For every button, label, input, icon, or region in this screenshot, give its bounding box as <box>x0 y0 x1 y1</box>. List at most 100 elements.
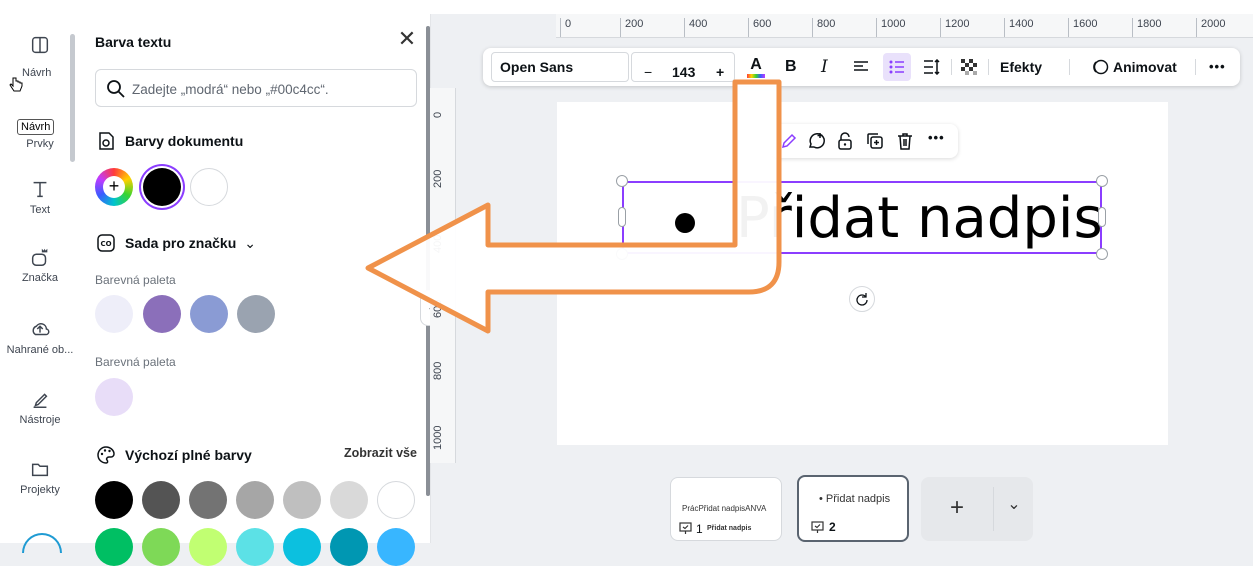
rotate-icon <box>856 293 868 306</box>
font-size-control: − 143 + <box>631 52 735 82</box>
brand-kit-icon: CO <box>97 234 115 252</box>
animate-icon <box>1093 59 1109 75</box>
ruler-tick: 800 <box>432 361 444 380</box>
rotate-button[interactable] <box>849 286 875 312</box>
add-page-button[interactable]: + <box>921 477 993 541</box>
doc-colors-title: Barvy dokumentu <box>125 133 244 149</box>
resize-handle[interactable] <box>1096 175 1108 187</box>
palette-swatch[interactable] <box>190 295 228 333</box>
default-swatch[interactable] <box>95 528 133 566</box>
rail-item-brand[interactable]: Značka <box>0 246 80 284</box>
palette-icon <box>97 446 115 464</box>
search-input[interactable] <box>132 78 408 100</box>
palette-swatch[interactable] <box>95 378 133 416</box>
ruler-tick: 0 <box>560 18 571 37</box>
page-thumbnail-1[interactable]: PrácPřidat nadpisANVA 1 Přidat nadpis <box>670 477 782 541</box>
animate-button[interactable]: Animovat <box>1113 48 1177 86</box>
presentation-icon <box>679 522 692 534</box>
more-options-icon[interactable]: ••• <box>1209 48 1226 86</box>
text-color-panel: Barva textu ✕ Barvy dokumentu + CO Sada … <box>80 14 431 566</box>
effects-button[interactable]: Efekty <box>1000 48 1042 86</box>
separator <box>993 487 994 531</box>
doc-color-swatch-white[interactable] <box>190 168 228 206</box>
rail-label-projects: Projekty <box>20 484 60 496</box>
rail-item-projects[interactable]: Projekty <box>0 458 80 496</box>
align-left-icon[interactable] <box>853 60 869 74</box>
ruler-tick: 1000 <box>432 425 444 450</box>
transparency-icon[interactable] <box>961 59 977 75</box>
palette-doc-icon <box>99 132 114 150</box>
layout-icon <box>31 36 49 54</box>
palette-swatch[interactable] <box>237 295 275 333</box>
default-swatch[interactable] <box>330 481 368 519</box>
bold-icon[interactable]: B <box>785 48 797 86</box>
ruler-tick: 1200 <box>940 18 969 37</box>
side-handle[interactable] <box>618 207 626 227</box>
ruler-tick: 1600 <box>1068 18 1097 37</box>
palette-swatch[interactable] <box>143 295 181 333</box>
rail-label-text: Text <box>29 204 51 216</box>
tooltip: Návrh <box>17 119 55 135</box>
add-color-swatch[interactable]: + <box>95 168 133 206</box>
brand-kit-heading[interactable]: CO Sada pro značku ⌄ <box>95 232 256 254</box>
default-swatch[interactable] <box>377 528 415 566</box>
close-icon[interactable]: ✕ <box>396 28 418 50</box>
font-select[interactable]: Open Sans <box>491 52 629 82</box>
ruler-tick: 800 <box>812 18 835 37</box>
default-swatch[interactable] <box>236 528 274 566</box>
ruler-tick: 200 <box>432 169 444 188</box>
resize-handle[interactable] <box>1096 248 1108 260</box>
default-swatch[interactable] <box>236 481 274 519</box>
increase-size-button[interactable]: + <box>716 53 724 91</box>
rail-item-design[interactable] <box>0 34 80 60</box>
list-button[interactable] <box>883 53 911 81</box>
italic-icon[interactable]: I <box>821 48 828 86</box>
rail-item-text[interactable]: Text <box>0 178 80 216</box>
decrease-size-button[interactable]: − <box>644 53 652 91</box>
lock-icon[interactable] <box>836 131 854 151</box>
resize-handle[interactable] <box>616 175 628 187</box>
default-swatch[interactable] <box>142 481 180 519</box>
text-color-button[interactable]: A <box>745 48 767 86</box>
default-swatch[interactable] <box>189 528 227 566</box>
default-swatch[interactable] <box>283 481 321 519</box>
rail-item-uploads[interactable]: Nahrané ob... <box>0 318 80 356</box>
default-swatch[interactable] <box>283 528 321 566</box>
page-thumbnail-2[interactable]: • Přidat nadpis 2 <box>797 475 909 542</box>
ruler-left: 0 200 400 600 800 1000 <box>430 88 456 463</box>
rail-label-elements: Prvky <box>26 138 54 150</box>
add-page-group: + ⌄ <box>921 477 1033 541</box>
svg-text:CO: CO <box>100 240 111 248</box>
rail-item-elements[interactable]: Prvky <box>0 138 80 150</box>
thumb-1-number: 1 <box>696 522 703 536</box>
side-handle[interactable] <box>1098 207 1106 227</box>
ruler-tick: 1000 <box>876 18 905 37</box>
chevron-down-icon[interactable]: ⌄ <box>995 477 1033 541</box>
line-spacing-icon[interactable] <box>923 59 941 75</box>
default-swatch[interactable] <box>189 481 227 519</box>
default-swatch[interactable] <box>142 528 180 566</box>
doc-color-swatch-black[interactable] <box>143 168 181 206</box>
default-swatch[interactable] <box>330 528 368 566</box>
rail-label-tools: Nástroje <box>19 414 61 426</box>
default-swatch[interactable] <box>95 481 133 519</box>
font-size-input[interactable]: 143 <box>672 53 695 91</box>
default-swatch[interactable] <box>377 481 415 519</box>
rail-item-tools[interactable]: Nástroje <box>0 388 80 426</box>
resize-handle[interactable] <box>616 248 628 260</box>
thumb-1-label: Přidat nadpis <box>707 525 752 532</box>
search-icon <box>107 80 125 98</box>
text-color-icon: A <box>750 56 762 73</box>
duplicate-icon[interactable] <box>865 131 885 151</box>
show-all-link[interactable]: Zobrazit vše <box>344 446 417 460</box>
palette-swatch[interactable] <box>95 295 133 333</box>
more-icon[interactable]: ••• <box>928 130 945 145</box>
text-toolbar: Open Sans − 143 + A B I Efekty Animovat … <box>483 48 1240 86</box>
comment-add-icon[interactable] <box>806 131 826 151</box>
hand-cursor-icon <box>9 77 23 92</box>
edit-pencil-icon[interactable] <box>780 132 798 150</box>
trash-icon[interactable] <box>896 131 914 151</box>
color-search[interactable] <box>95 69 417 107</box>
selection-box[interactable] <box>622 181 1102 254</box>
magic-button[interactable] <box>22 533 62 553</box>
